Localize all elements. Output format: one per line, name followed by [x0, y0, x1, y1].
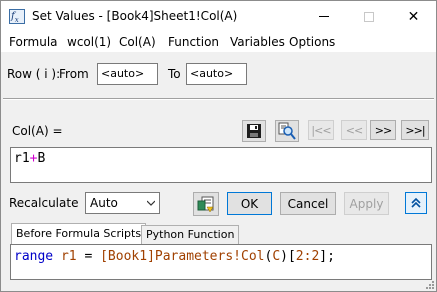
- recalculate-select[interactable]: Auto: [85, 192, 160, 214]
- apply-button[interactable]: Apply: [344, 192, 389, 215]
- tab-before-formula-scripts[interactable]: Before Formula Scripts: [11, 223, 147, 245]
- cancel-button[interactable]: Cancel: [280, 192, 336, 215]
- maximize-icon: [363, 11, 374, 22]
- row-range-label: Row ( i ):: [7, 67, 61, 81]
- to-input[interactable]: <auto>: [186, 63, 247, 85]
- formula-token: B: [37, 151, 46, 166]
- resize-grip-icon[interactable]: [425, 280, 435, 290]
- menu-variables[interactable]: Variables: [230, 34, 285, 50]
- before-formula-script-editor[interactable]: range r1 = [Book1]Parameters!Col(C)[2:2]…: [10, 244, 432, 280]
- save-formula-button[interactable]: [242, 120, 266, 142]
- window-title: Set Values - [Book4]Sheet1!Col(A): [32, 9, 238, 23]
- separator: [3, 98, 434, 100]
- from-input[interactable]: <auto>: [97, 63, 158, 85]
- previous-column-button[interactable]: <<: [341, 120, 367, 140]
- search-icon: [278, 122, 296, 140]
- tab-python-function[interactable]: Python Function: [141, 225, 240, 245]
- script-space: [53, 249, 61, 264]
- next-column-button[interactable]: >>: [370, 120, 396, 140]
- search-formula-button[interactable]: [275, 120, 299, 142]
- to-label: To: [168, 67, 181, 81]
- ok-button[interactable]: OK: [227, 192, 272, 215]
- script-identifier: [Book1]Parameters!Col: [100, 249, 265, 264]
- close-icon: ✕: [407, 8, 420, 25]
- collapse-button[interactable]: [405, 192, 427, 214]
- first-column-button[interactable]: |<<: [308, 120, 334, 140]
- script-identifier: r1: [60, 249, 77, 264]
- last-column-button[interactable]: >>|: [401, 120, 429, 140]
- script-operator: =: [76, 249, 101, 264]
- menu-wcol[interactable]: wcol(1): [67, 34, 111, 50]
- script-tools-button[interactable]: [193, 192, 219, 216]
- script-keyword: range: [14, 249, 54, 264]
- menu-options[interactable]: Options: [289, 34, 335, 50]
- formula-token: r1: [14, 151, 30, 166]
- save-icon: [247, 124, 261, 138]
- script-punctuation: )[: [280, 249, 296, 264]
- set-values-dialog: fx Set Values - [Book4]Sheet1!Col(A) ✕ F…: [0, 0, 437, 292]
- from-label: From: [59, 67, 89, 81]
- double-chevron-up-icon: [411, 197, 421, 208]
- formula-editor[interactable]: r1+B: [10, 147, 432, 183]
- code-builder-icon: [197, 196, 214, 213]
- maximize-button: [346, 1, 391, 32]
- app-icon: fx: [9, 9, 25, 24]
- script-index: 2:2: [295, 249, 320, 264]
- chevron-down-icon: [147, 200, 155, 206]
- minimize-button[interactable]: [301, 1, 346, 32]
- script-identifier: C: [272, 249, 281, 264]
- menu-function[interactable]: Function: [168, 34, 219, 50]
- menu-bar: Formula wcol(1) Col(A) Function Variable…: [1, 32, 436, 52]
- menu-col[interactable]: Col(A): [119, 34, 156, 50]
- formula-label: Col(A) =: [12, 124, 63, 138]
- menu-formula[interactable]: Formula: [9, 34, 58, 50]
- script-punctuation: ];: [319, 249, 335, 264]
- title-bar: fx Set Values - [Book4]Sheet1!Col(A) ✕: [1, 1, 436, 32]
- recalculate-value: Auto: [90, 196, 118, 210]
- recalculate-label: Recalculate: [9, 196, 79, 210]
- close-button[interactable]: ✕: [391, 1, 436, 32]
- minimize-icon: [318, 16, 329, 17]
